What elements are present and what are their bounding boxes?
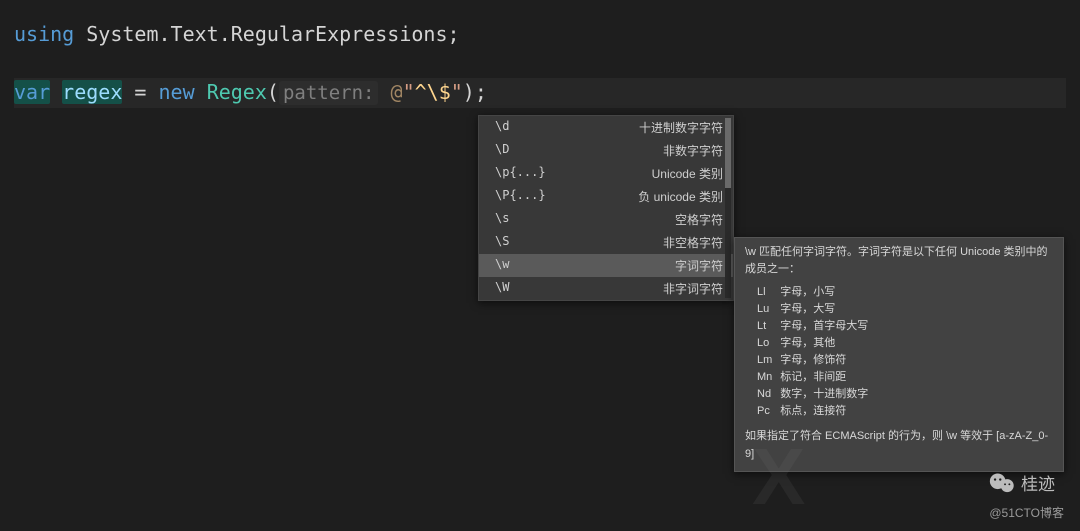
- tooltip-row: Lu字母，大写: [757, 301, 876, 318]
- item-description: 负 unicode 类别: [638, 188, 723, 205]
- item-description: 非字词字符: [663, 280, 723, 297]
- intellisense-item[interactable]: \p{...} Unicode 类别: [479, 162, 733, 185]
- tooltip-row: Lo字母，其他: [757, 335, 876, 352]
- item-description: 非数字字符: [663, 142, 723, 159]
- keyword-new: new: [159, 80, 195, 104]
- item-key: \S: [495, 234, 509, 251]
- tooltip-row: Lt字母，首字母大写: [757, 318, 876, 335]
- item-description: 十进制数字字符: [639, 119, 723, 136]
- item-key: \d: [495, 119, 509, 136]
- tooltip-row: Lm字母，修饰符: [757, 352, 876, 369]
- item-key: \p{...}: [495, 165, 546, 182]
- watermark: 桂迹: [989, 470, 1055, 495]
- item-description: Unicode 类别: [652, 165, 723, 182]
- keyword-var: var: [14, 80, 50, 104]
- tooltip-row: Ll字母，小写: [757, 284, 876, 301]
- wechat-icon: [989, 472, 1015, 494]
- intellisense-item[interactable]: \S 非空格字符: [479, 231, 733, 254]
- intellisense-item[interactable]: \w 字词字符: [479, 254, 733, 277]
- item-key: \s: [495, 211, 509, 228]
- item-description: 空格字符: [675, 211, 723, 228]
- variable-name: regex: [62, 80, 122, 104]
- tooltip-row: Mn标记，非间距: [757, 369, 876, 386]
- intellisense-item[interactable]: \P{...} 负 unicode 类别: [479, 185, 733, 208]
- scrollbar-thumb[interactable]: [725, 118, 731, 188]
- keyword-using: using: [14, 22, 74, 46]
- tooltip-row: Nd数字，十进制数字: [757, 386, 876, 403]
- type-regex: Regex: [207, 80, 267, 104]
- tooltip-heading: \w 匹配任何字词字符。字词字符是以下任何 Unicode 类别中的成员之一：: [745, 244, 1053, 278]
- background-watermark-x: X: [752, 431, 801, 523]
- intellisense-item[interactable]: \d 十进制数字字符: [479, 116, 733, 139]
- intellisense-item[interactable]: \W 非字词字符: [479, 277, 733, 300]
- intellisense-item[interactable]: \D 非数字字符: [479, 139, 733, 162]
- item-key: \D: [495, 142, 509, 159]
- watermark-text: 桂迹: [1021, 470, 1055, 495]
- item-key: \w: [495, 257, 509, 274]
- item-key: \P{...}: [495, 188, 546, 205]
- tooltip-table: Ll字母，小写Lu字母，大写Lt字母，首字母大写Lo字母，其他Lm字母，修饰符M…: [757, 284, 876, 420]
- parameter-hint: pattern:: [279, 81, 379, 105]
- intellisense-list[interactable]: \d 十进制数字字符 \D 非数字字符 \p{...} Unicode 类别 \P{...}…: [478, 115, 734, 301]
- code-line-3: var regex = new Regex(pattern: @"^\$");: [14, 78, 1066, 108]
- code-editor[interactable]: using System.Text.RegularExpressions; va…: [0, 0, 1080, 128]
- item-key: \W: [495, 280, 509, 297]
- intellisense-item[interactable]: \s 空格字符: [479, 208, 733, 231]
- code-line-1: using System.Text.RegularExpressions;: [14, 20, 1066, 49]
- attribution-text: @51CTO博客: [989, 504, 1064, 521]
- item-description: 非空格字符: [663, 234, 723, 251]
- tooltip-row: Pc标点，连接符: [757, 403, 876, 420]
- verbatim-prefix: @: [391, 80, 403, 104]
- item-description: 字词字符: [675, 257, 723, 274]
